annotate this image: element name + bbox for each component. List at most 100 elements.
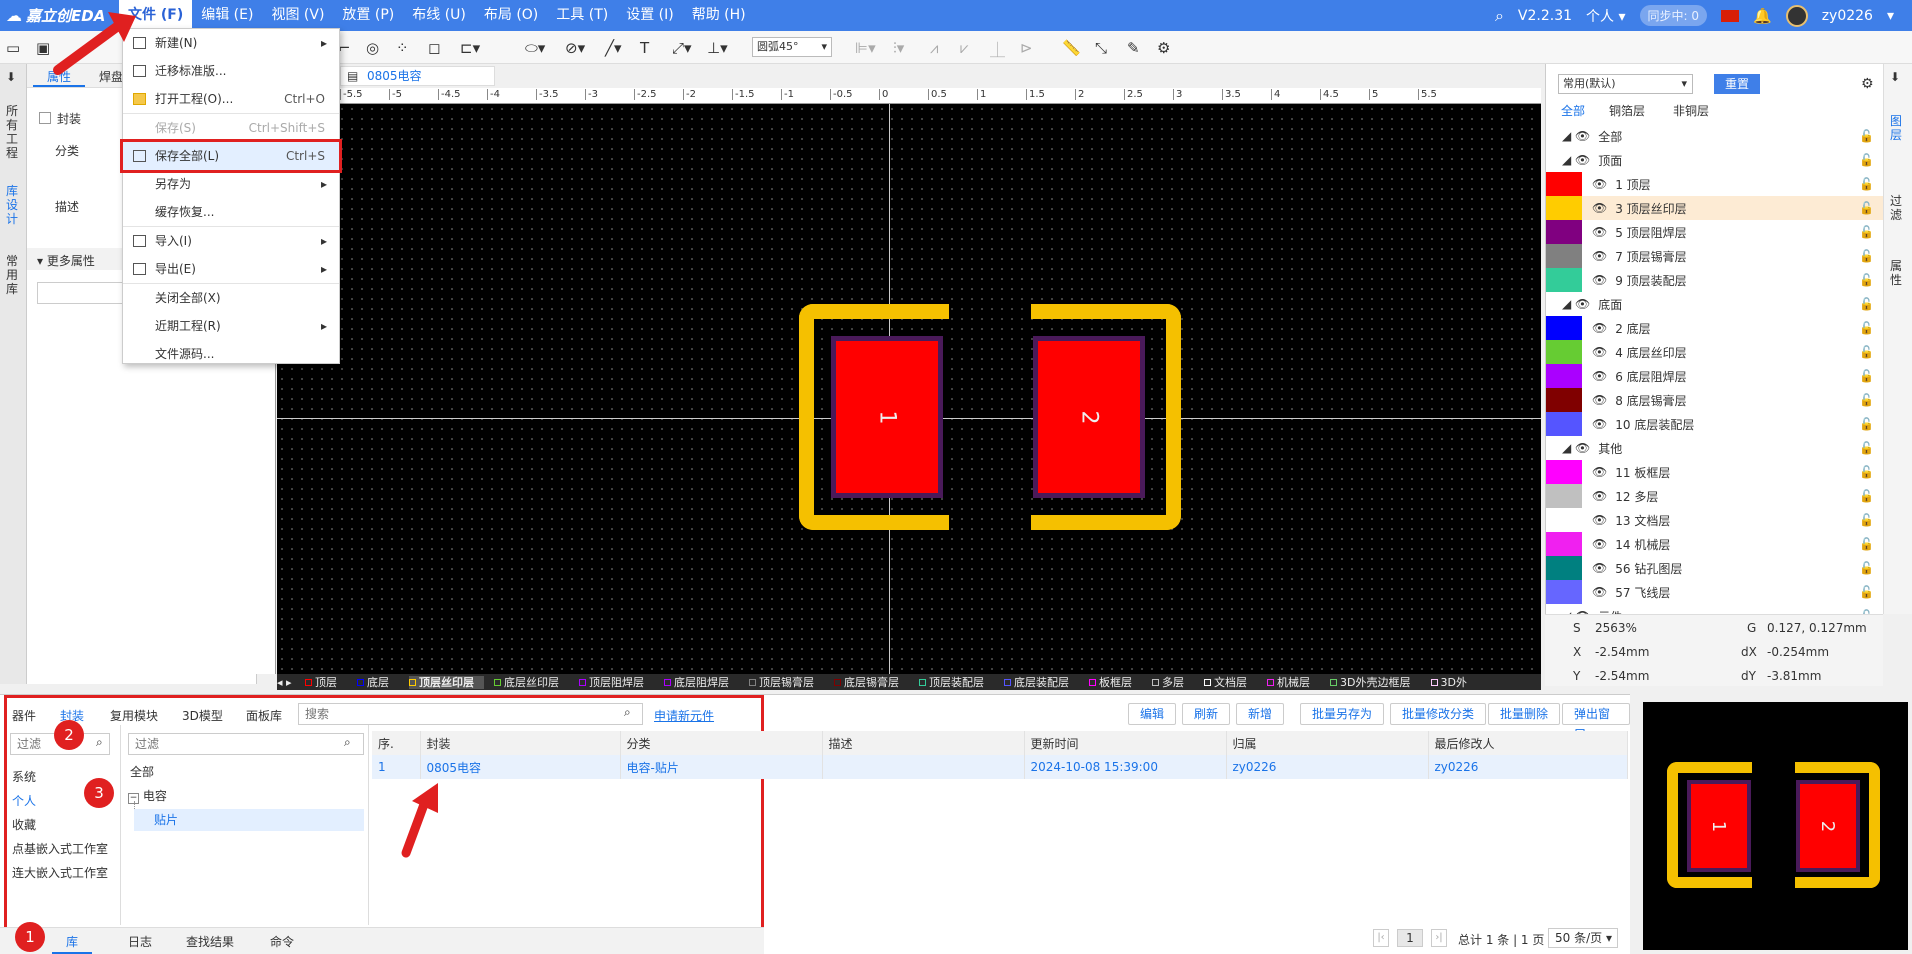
eye-icon[interactable]: ◢ 👁 bbox=[1562, 153, 1590, 167]
layer-color-swatch[interactable] bbox=[1546, 484, 1582, 508]
footprint-checkbox[interactable] bbox=[39, 112, 51, 124]
layer-row[interactable]: 👁 9 顶层装配层 🔓 bbox=[1546, 268, 1886, 292]
menu-item-new[interactable]: 新建(N) ▸ bbox=[123, 29, 339, 57]
lock-icon[interactable]: 🔓 bbox=[1859, 345, 1874, 359]
menu-item-export[interactable]: 导出(E) ▸ bbox=[123, 255, 339, 283]
menu-tools[interactable]: 工具 (T) bbox=[547, 0, 617, 31]
layer-tab[interactable]: 机械层 bbox=[1267, 676, 1320, 689]
tab-library[interactable]: 库 bbox=[52, 931, 93, 954]
target-icon[interactable]: ◎ bbox=[366, 39, 379, 57]
tab-find-results[interactable]: 查找结果 bbox=[186, 933, 234, 950]
tab-attributes[interactable]: 属性 bbox=[1890, 259, 1904, 287]
layer-tab[interactable]: 底层 bbox=[357, 676, 399, 689]
layer-color-swatch[interactable] bbox=[1546, 316, 1582, 340]
layer-row[interactable]: 👁 7 顶层锡膏层 🔓 bbox=[1546, 244, 1886, 268]
layer-color-swatch[interactable] bbox=[1546, 388, 1582, 412]
save-icon[interactable]: ▣ bbox=[36, 39, 50, 57]
reset-button[interactable]: 重置 bbox=[1714, 74, 1760, 94]
search-icon[interactable]: ⌕ bbox=[1495, 6, 1504, 26]
prev-page-button[interactable]: |‹ bbox=[1373, 929, 1389, 947]
request-component-link[interactable]: 申请新元件 bbox=[654, 707, 714, 724]
eye-icon[interactable]: 👁 bbox=[1592, 225, 1607, 239]
action-button[interactable]: 新增 bbox=[1236, 703, 1285, 725]
avatar[interactable] bbox=[1785, 4, 1808, 27]
tab-panel-library[interactable]: 面板库 bbox=[246, 707, 282, 724]
col-index[interactable]: 序. bbox=[372, 731, 421, 755]
tree-all[interactable]: 全部 bbox=[130, 763, 154, 780]
pad-2[interactable]: 2 bbox=[1038, 341, 1140, 493]
col-footprint[interactable]: 封装 bbox=[420, 731, 621, 755]
flip-icon[interactable]: ⩘ bbox=[930, 39, 938, 57]
tab-copper-layers[interactable]: 铜箔层 bbox=[1609, 102, 1645, 119]
menu-item-save-as[interactable]: 另存为 ▸ bbox=[123, 170, 339, 198]
next-page-button[interactable]: ›| bbox=[1431, 929, 1447, 947]
tab-3d-models[interactable]: 3D模型 bbox=[182, 707, 223, 724]
source-studio-a[interactable]: 点基嵌入式工作室 bbox=[12, 837, 108, 861]
probe-icon[interactable]: ⤡ bbox=[1095, 39, 1107, 57]
eye-icon[interactable]: 👁 bbox=[1592, 201, 1607, 215]
lock-icon[interactable]: 🔓 bbox=[1859, 129, 1874, 143]
eye-icon[interactable]: 👁 bbox=[1592, 417, 1607, 431]
menu-item-recent[interactable]: 近期工程(R) ▸ bbox=[123, 312, 339, 340]
layer-tab[interactable]: 底层丝印层 bbox=[494, 676, 569, 689]
menu-item-migrate[interactable]: 迁移标准版... bbox=[123, 57, 339, 85]
col-updated[interactable]: 更新时间 bbox=[1024, 731, 1227, 755]
no-entry-icon[interactable]: ⊘▾ bbox=[565, 39, 585, 57]
menu-item-close-all[interactable]: 关闭全部(X) bbox=[123, 284, 339, 312]
mirror-icon[interactable]: ⏊ bbox=[990, 39, 1005, 60]
menu-item-open[interactable]: 打开工程(O)... Ctrl+O bbox=[123, 85, 339, 113]
bell-icon[interactable]: 🔔 bbox=[1753, 7, 1772, 25]
search-icon[interactable]: ⌕ bbox=[624, 705, 631, 720]
layer-tab[interactable]: 多层 bbox=[1152, 676, 1194, 689]
layer-tab[interactable]: 底层锡膏层 bbox=[834, 676, 909, 689]
lock-icon[interactable]: 🔓 bbox=[1859, 561, 1874, 575]
eye-icon[interactable]: 👁 bbox=[1592, 177, 1607, 191]
layer-scroll-buttons[interactable]: ◂ ▸ bbox=[277, 676, 295, 689]
lock-icon[interactable]: 🔓 bbox=[1859, 489, 1874, 503]
lock-icon[interactable]: 🔓 bbox=[1859, 273, 1874, 287]
tab-document[interactable]: ▤ 0805电容 bbox=[340, 66, 495, 86]
eye-icon[interactable]: ◢ 👁 bbox=[1562, 441, 1590, 455]
menu-settings[interactable]: 设置 (I) bbox=[617, 0, 683, 31]
pin-icon[interactable]: ⬇ bbox=[6, 70, 20, 84]
lock-icon[interactable]: 🔓 bbox=[1859, 297, 1874, 311]
layer-row[interactable]: ◢ 👁 底面 🔓 bbox=[1546, 292, 1886, 316]
lock-icon[interactable]: 🔓 bbox=[1859, 393, 1874, 407]
layer-color-swatch[interactable] bbox=[1546, 508, 1582, 532]
eye-icon[interactable]: ◢ 👁 bbox=[1562, 129, 1590, 143]
lock-icon[interactable]: 🔓 bbox=[1859, 465, 1874, 479]
ellipse-icon[interactable]: ⬭▾ bbox=[525, 39, 545, 57]
layer-color-swatch[interactable] bbox=[1546, 172, 1582, 196]
more-properties-toggle[interactable]: ▾ 更多属性 bbox=[37, 252, 95, 269]
menu-place[interactable]: 放置 (P) bbox=[333, 0, 403, 31]
eye-icon[interactable]: 👁 bbox=[1592, 369, 1607, 383]
arc-angle-select[interactable]: 圆弧45° ▾ bbox=[752, 37, 832, 57]
menu-view[interactable]: 视图 (V) bbox=[262, 0, 333, 31]
layer-row[interactable]: 👁 56 钻孔图层 🔓 bbox=[1546, 556, 1886, 580]
layer-color-swatch[interactable] bbox=[1546, 244, 1582, 268]
eye-icon[interactable]: 👁 bbox=[1592, 561, 1607, 575]
layer-tab[interactable]: 顶层 bbox=[305, 676, 347, 689]
layer-row[interactable]: 👁 13 文档层 🔓 bbox=[1546, 508, 1886, 532]
page-number[interactable]: 1 bbox=[1397, 929, 1423, 947]
tab-reuse-modules[interactable]: 复用模块 bbox=[110, 707, 158, 724]
eye-icon[interactable]: 👁 bbox=[1592, 249, 1607, 263]
eye-icon[interactable]: 👁 bbox=[1592, 489, 1607, 503]
tab-all-projects[interactable]: 所有工程 bbox=[6, 104, 20, 160]
page-size-select[interactable]: 50 条/页 ▾ bbox=[1548, 928, 1618, 948]
tab-all-layers[interactable]: 全部 bbox=[1561, 102, 1585, 119]
lock-icon[interactable]: 🔓 bbox=[1859, 369, 1874, 383]
eye-icon[interactable]: 👁 bbox=[1592, 537, 1607, 551]
menu-help[interactable]: 帮助 (H) bbox=[683, 0, 755, 31]
user-name[interactable]: zy0226 bbox=[1822, 8, 1873, 24]
via-grid-icon[interactable]: ⁘ bbox=[396, 39, 409, 57]
category-filter-input[interactable] bbox=[128, 733, 364, 755]
tab-non-copper-layers[interactable]: 非铜层 bbox=[1673, 102, 1709, 119]
tree-smd[interactable]: 贴片 bbox=[134, 809, 364, 831]
eye-icon[interactable]: 👁 bbox=[1592, 585, 1607, 599]
tab-devices[interactable]: 器件 bbox=[12, 707, 36, 724]
layer-row[interactable]: 👁 4 底层丝印层 🔓 bbox=[1546, 340, 1886, 364]
action-button[interactable]: 批量另存为 bbox=[1300, 703, 1385, 725]
lock-icon[interactable]: 🔓 bbox=[1859, 225, 1874, 239]
source-favorites[interactable]: 收藏 bbox=[12, 813, 108, 837]
